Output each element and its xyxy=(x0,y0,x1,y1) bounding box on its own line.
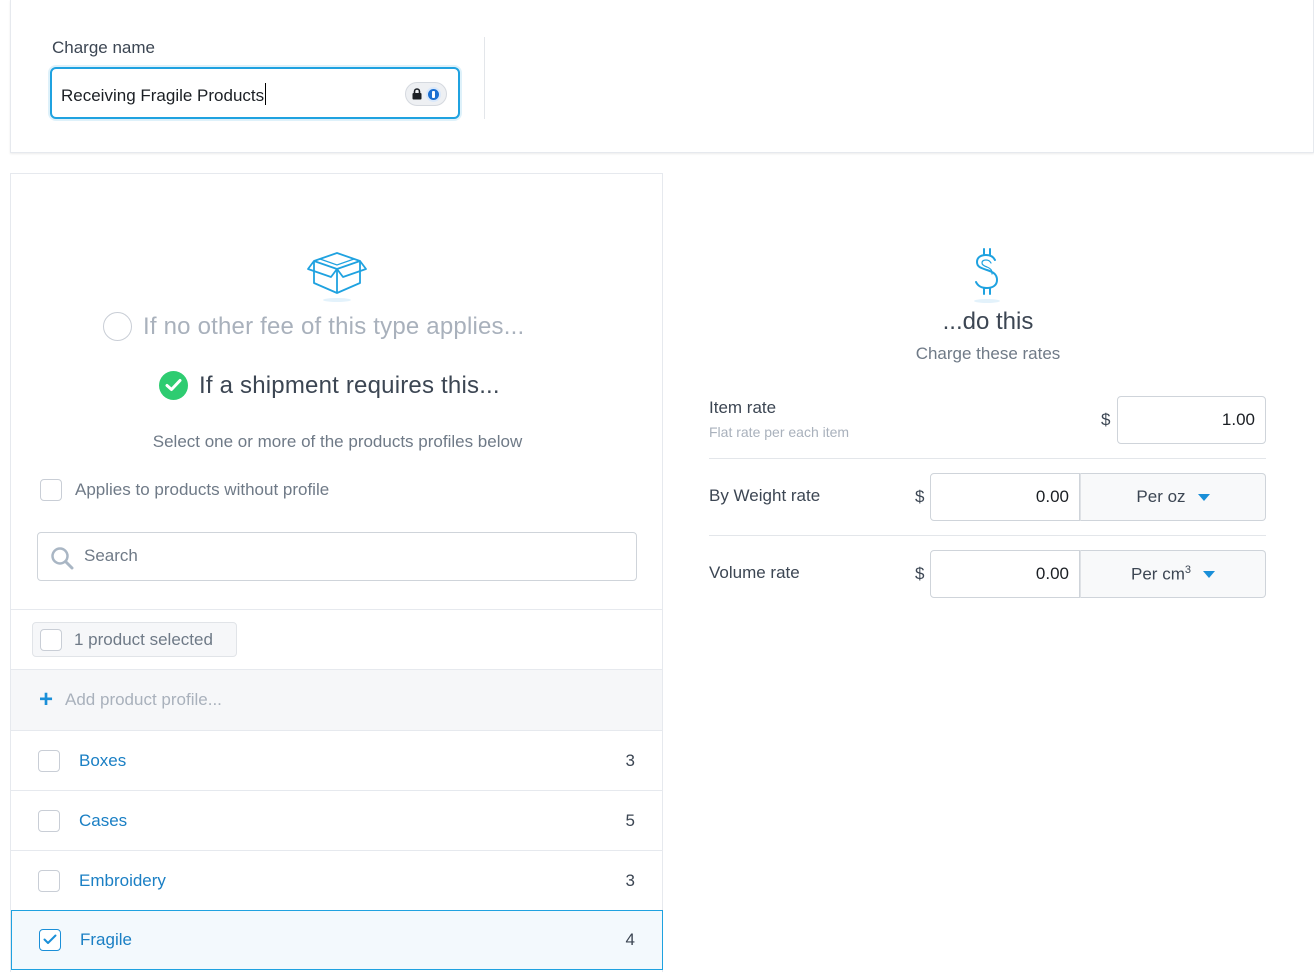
divider xyxy=(709,535,1266,536)
weight-rate-input[interactable]: 0.00 xyxy=(930,473,1080,521)
check-circle-icon[interactable] xyxy=(159,371,188,400)
text-caret xyxy=(265,83,267,105)
lock-icon xyxy=(412,88,422,100)
list-item[interactable]: Boxes 3 xyxy=(11,730,662,790)
action-subtitle: Charge these rates xyxy=(915,344,1061,363)
item-rate-sub: Flat rate per each item xyxy=(709,424,850,440)
profile-name[interactable]: Cases xyxy=(79,811,127,831)
conditions-panel: If no other fee of this type applies... … xyxy=(10,173,663,972)
option-shipment-requires-label: If a shipment requires this... xyxy=(199,371,500,399)
password-manager-badge[interactable] xyxy=(405,82,447,106)
search-icon xyxy=(51,547,74,570)
search-input[interactable] xyxy=(84,543,604,569)
password-manager-icon xyxy=(426,87,441,102)
applies-without-profile-checkbox[interactable] xyxy=(40,479,62,501)
add-product-profile-label: Add product profile... xyxy=(65,690,222,709)
item-rate-input[interactable]: 1.00 xyxy=(1117,396,1266,444)
profile-checkbox[interactable] xyxy=(38,869,60,892)
radio-unselected[interactable] xyxy=(103,312,132,341)
volume-rate-label: Volume rate xyxy=(709,563,800,582)
action-title: ...do this xyxy=(942,308,1034,335)
profile-checkbox-checked[interactable] xyxy=(39,929,61,951)
profile-count: 3 xyxy=(625,870,635,890)
charge-name-label: Charge name xyxy=(52,38,156,57)
select-all-toggle[interactable]: 1 product selected xyxy=(32,622,237,657)
profile-count: 4 xyxy=(625,930,635,949)
volume-rate-currency: $ xyxy=(915,564,925,583)
item-rate-label: Item rate xyxy=(709,398,777,417)
weight-rate-currency: $ xyxy=(915,487,925,506)
option-no-other-fee-label: If no other fee of this type applies... xyxy=(143,312,525,340)
weight-unit-value: Per oz xyxy=(1136,487,1186,506)
top-divider xyxy=(484,37,485,119)
charge-name-card: Charge name Receiving Fragile Products xyxy=(10,0,1314,153)
profile-checkbox[interactable] xyxy=(38,749,60,772)
selected-count: 1 product selected xyxy=(74,629,213,649)
profile-search[interactable] xyxy=(37,532,637,581)
select-profiles-hint: Select one or more of the products profi… xyxy=(152,432,523,451)
list-item-selected[interactable]: Fragile 4 xyxy=(11,910,663,970)
box-icon xyxy=(307,252,367,302)
weight-rate-label: By Weight rate xyxy=(709,486,821,505)
add-product-profile[interactable]: + Add product profile... xyxy=(11,669,662,730)
divider xyxy=(709,458,1266,459)
applies-without-profile-label: Applies to products without profile xyxy=(75,480,330,499)
item-rate-currency: $ xyxy=(1101,410,1111,429)
caret-down-icon xyxy=(1197,493,1210,501)
volume-unit-sup: 3 xyxy=(1184,563,1191,576)
volume-unit-select[interactable]: Per cm3 xyxy=(1080,550,1266,598)
profile-count: 3 xyxy=(625,750,635,770)
volume-rate-input[interactable]: 0.00 xyxy=(930,550,1080,598)
select-all-checkbox[interactable] xyxy=(40,628,62,651)
profile-name[interactable]: Fragile xyxy=(80,930,132,950)
option-no-other-fee[interactable]: If no other fee of this type applies... xyxy=(103,312,524,341)
volume-unit-value: Per cm3 xyxy=(1131,564,1191,585)
checkmark-icon xyxy=(43,934,57,944)
list-item[interactable]: Embroidery 3 xyxy=(11,850,662,910)
dollar-icon xyxy=(974,248,1000,303)
profile-name[interactable]: Embroidery xyxy=(79,871,166,891)
option-shipment-requires[interactable]: If a shipment requires this... xyxy=(159,371,500,400)
charge-name-value: Receiving Fragile Products xyxy=(61,86,265,105)
applies-without-profile[interactable]: Applies to products without profile xyxy=(40,479,329,501)
charge-name-input[interactable]: Receiving Fragile Products xyxy=(50,67,460,119)
volume-unit-text: Per cm xyxy=(1131,564,1185,584)
profile-count: 5 xyxy=(625,810,635,830)
caret-down-icon xyxy=(1202,570,1215,578)
selection-bar: 1 product selected xyxy=(11,609,662,669)
plus-icon: + xyxy=(39,686,54,713)
weight-unit-select[interactable]: Per oz xyxy=(1080,473,1266,521)
profile-checkbox[interactable] xyxy=(38,809,60,832)
profile-name[interactable]: Boxes xyxy=(79,751,126,771)
list-item[interactable]: Cases 5 xyxy=(11,790,662,850)
